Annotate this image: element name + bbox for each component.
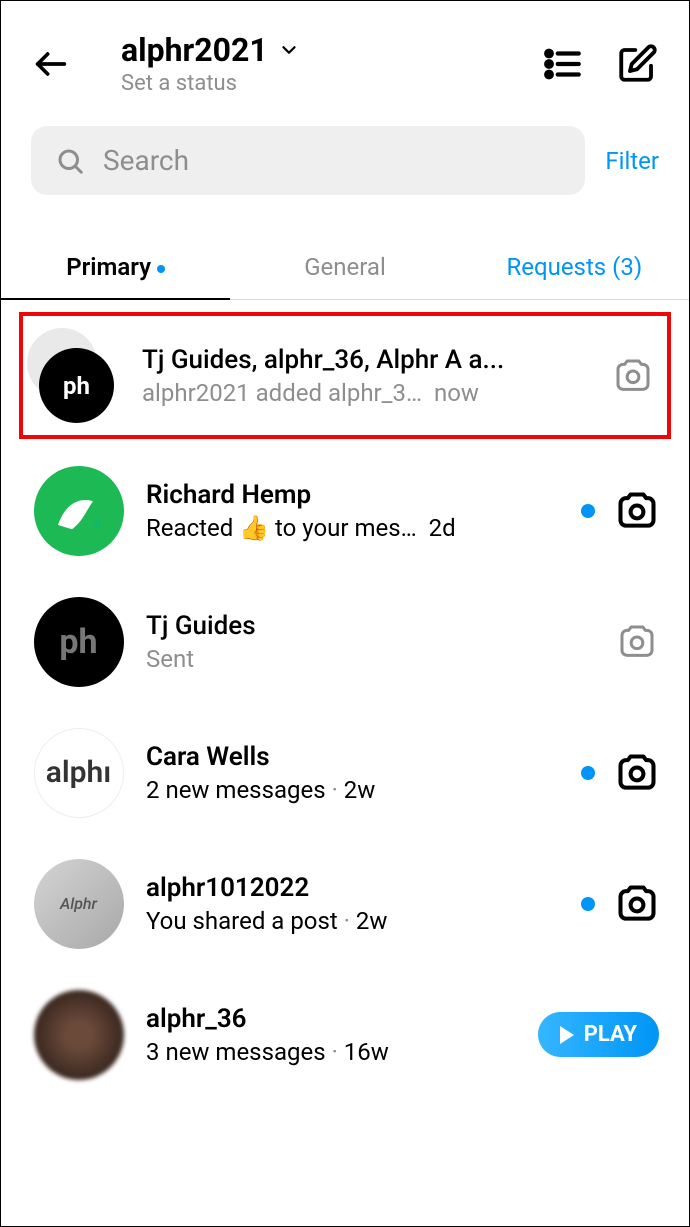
account-switcher[interactable]: alphr2021 Set a status — [91, 31, 521, 96]
chat-preview: alphr2021 added alphr_3… now — [142, 379, 591, 407]
username-label: alphr2021 — [121, 31, 268, 69]
camera-icon[interactable] — [615, 882, 659, 926]
tab-general[interactable]: General — [230, 235, 459, 299]
play-button[interactable]: PLAY — [538, 1012, 659, 1057]
search-placeholder: Search — [103, 144, 189, 177]
chat-name: Tj Guides, alphr_36, Alphr A a... — [142, 345, 591, 375]
chat-item[interactable]: alphı Cara Wells 2 new messages · 2w — [1, 707, 689, 838]
chat-name: alphr1012022 — [146, 873, 561, 903]
camera-icon[interactable] — [611, 354, 655, 398]
chat-item[interactable]: ph Tj Guides, alphr_36, Alphr A a... alp… — [19, 312, 671, 439]
camera-icon[interactable] — [615, 751, 659, 795]
chat-preview: 2 new messages · 2w — [146, 776, 561, 804]
camera-icon[interactable] — [615, 489, 659, 533]
chat-name: Richard Hemp — [146, 480, 561, 510]
avatar: alphı — [31, 725, 126, 820]
camera-icon[interactable] — [615, 620, 659, 664]
tab-requests[interactable]: Requests (3) — [460, 235, 689, 299]
status-text[interactable]: Set a status — [121, 71, 521, 96]
back-button[interactable] — [31, 44, 71, 84]
compose-button[interactable] — [615, 42, 659, 86]
chat-item[interactable]: Alphr alphr1012022 You shared a post · 2… — [1, 838, 689, 969]
chat-item[interactable]: alphr_36 3 new messages · 16w PLAY — [1, 969, 689, 1100]
chat-name: Tj Guides — [146, 611, 595, 641]
unread-indicator — [581, 766, 595, 780]
search-input[interactable]: Search — [31, 126, 585, 195]
avatar: ph — [27, 328, 122, 423]
unread-indicator — [581, 897, 595, 911]
tab-primary[interactable]: Primary — [1, 235, 230, 299]
chat-list: ph Tj Guides, alphr_36, Alphr A a... alp… — [1, 300, 689, 1100]
chat-item[interactable]: Richard Hemp Reacted 👍 to your mes… 2d — [1, 445, 689, 576]
avatar: Alphr — [31, 856, 126, 951]
filter-link[interactable]: Filter — [605, 147, 659, 175]
unread-indicator — [581, 504, 595, 518]
chat-preview: Reacted 👍 to your mes… 2d — [146, 514, 561, 542]
chat-item[interactable]: ph Tj Guides Sent — [1, 576, 689, 707]
menu-list-button[interactable] — [541, 42, 585, 86]
avatar — [31, 463, 126, 558]
chat-preview: Sent — [146, 645, 595, 673]
chat-name: Cara Wells — [146, 742, 561, 772]
chat-preview: 3 new messages · 16w — [146, 1038, 518, 1066]
chat-name: alphr_36 — [146, 1004, 518, 1034]
search-icon — [55, 146, 85, 176]
tab-unread-dot — [157, 265, 165, 273]
chevron-down-icon — [278, 39, 300, 61]
play-icon — [560, 1026, 574, 1044]
chat-preview: You shared a post · 2w — [146, 907, 561, 935]
avatar — [31, 987, 126, 1082]
avatar: ph — [31, 594, 126, 689]
inbox-tabs: Primary General Requests (3) — [1, 235, 689, 300]
